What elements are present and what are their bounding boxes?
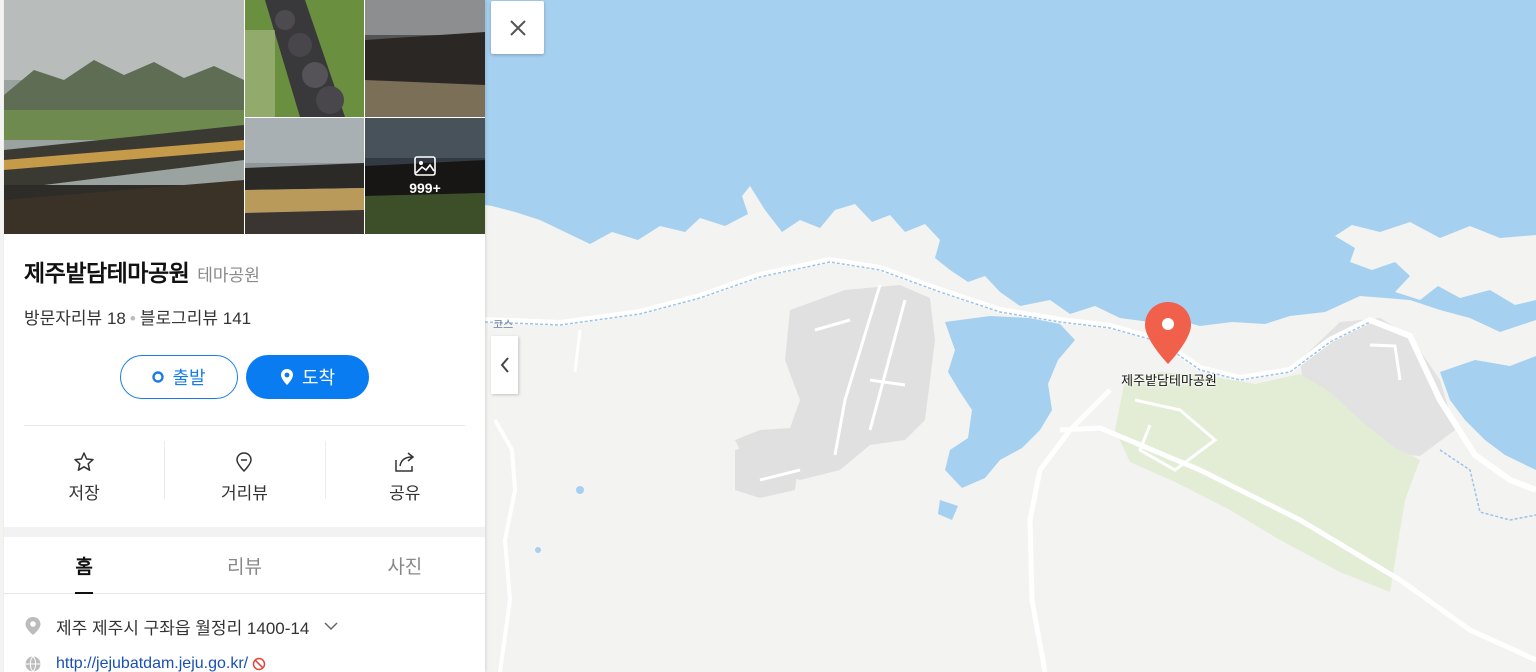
streetview-label: 거리뷰: [221, 483, 268, 503]
section-separator: [4, 527, 485, 537]
close-icon: [509, 19, 526, 36]
tab-home[interactable]: 홈: [4, 537, 164, 594]
block-icon: [252, 657, 266, 671]
blog-review-label: 블로그리뷰: [139, 309, 219, 328]
image-icon: [414, 156, 436, 176]
visitor-review-count: 18: [106, 309, 126, 328]
chevron-down-icon[interactable]: [323, 621, 339, 631]
photo-4[interactable]: [245, 118, 364, 234]
share-button[interactable]: 공유: [324, 441, 485, 513]
photo-grid: 999+: [4, 0, 485, 234]
streetview-icon: [236, 451, 253, 472]
divider: [24, 425, 465, 426]
save-button[interactable]: 저장: [4, 441, 164, 513]
close-button[interactable]: [491, 1, 544, 54]
photo-3[interactable]: [365, 0, 485, 117]
road-label: 코스: [493, 319, 514, 331]
photo-2[interactable]: [245, 0, 364, 117]
place-name: 제주밭담테마공원: [24, 260, 190, 286]
destination-button[interactable]: 도착: [246, 355, 369, 399]
address-text: 제주 제주시 구좌읍 월정리 1400-14: [56, 618, 310, 638]
tab-bar: 홈 리뷰 사진: [4, 537, 485, 594]
share-label: 공유: [389, 483, 421, 503]
globe-icon: [25, 656, 41, 672]
photo-main[interactable]: [4, 0, 244, 234]
place-panel: 999+ 제주밭담테마공원 테마공원 방문자리뷰 18 • 블로그리뷰 141 출발…: [4, 0, 485, 672]
more-photos-overlay[interactable]: 999+: [365, 118, 485, 234]
address-row[interactable]: 제주 제주시 구좌읍 월정리 1400-14: [4, 607, 485, 645]
review-summary: 방문자리뷰 18 • 블로그리뷰 141: [24, 309, 252, 328]
share-icon: [395, 451, 415, 472]
blog-review-count: 141: [222, 309, 252, 328]
location-icon: [25, 617, 41, 635]
origin-button[interactable]: 출발: [120, 355, 238, 399]
website-link[interactable]: http://jejubatdam.jeju.go.kr/: [56, 655, 248, 672]
origin-dot-icon: [152, 371, 165, 383]
streetview-button[interactable]: 거리뷰: [164, 441, 324, 513]
location-marker-icon[interactable]: [1142, 300, 1194, 366]
star-icon: [74, 451, 94, 471]
origin-label: 출발: [172, 368, 206, 388]
visitor-review-link[interactable]: 방문자리뷰 18: [24, 309, 126, 328]
tab-photos[interactable]: 사진: [325, 537, 485, 593]
photo-more[interactable]: 999+: [365, 118, 485, 234]
blog-review-link[interactable]: 블로그리뷰 141: [140, 309, 251, 328]
website-row: http://jejubatdam.jeju.go.kr/: [4, 645, 485, 672]
place-category: 테마공원: [197, 266, 260, 285]
pin-icon: [280, 369, 293, 385]
tab-reviews[interactable]: 리뷰: [164, 537, 324, 593]
more-photos-count: 999+: [409, 180, 441, 196]
marker-label: 제주밭담테마공원: [1121, 373, 1217, 388]
chevron-left-icon: [500, 357, 509, 373]
collapse-panel-button[interactable]: [491, 336, 518, 394]
action-bar: 저장 거리뷰 공유: [4, 441, 485, 513]
save-label: 저장: [68, 483, 100, 503]
destination-label: 도착: [301, 368, 336, 388]
visitor-review-label: 방문자리뷰: [24, 309, 103, 328]
